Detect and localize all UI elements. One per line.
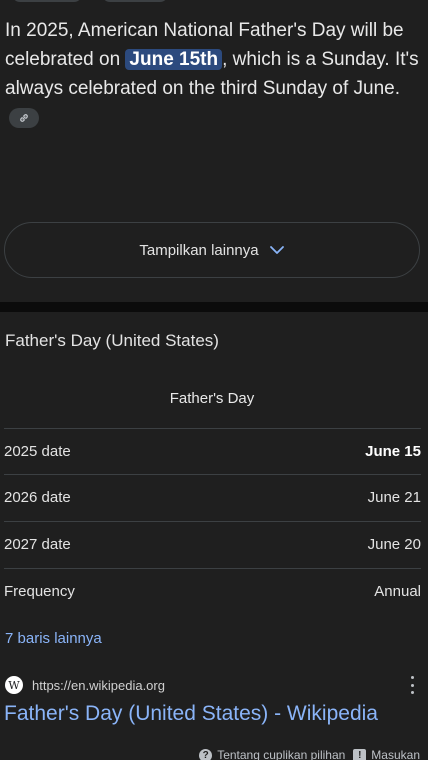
chevron-down-icon: [269, 242, 285, 259]
knowledge-card: Father's Day (United States) Father's Da…: [0, 312, 428, 760]
about-label: Tentang cuplikan pilihan: [217, 748, 346, 760]
source-attribution[interactable]: W https://en.wikipedia.org: [5, 674, 423, 696]
snippet-answer: In 2025, American National Father's Day …: [5, 16, 423, 132]
show-more-button[interactable]: Tampilkan lainnya: [4, 222, 420, 278]
search-results-page: In 2025, American National Father's Day …: [0, 0, 428, 760]
row-value: Annual: [374, 583, 421, 600]
table-row: 2026 date June 21: [4, 474, 421, 520]
row-value: June 21: [367, 489, 421, 506]
answer-highlight: June 15th: [125, 49, 223, 70]
table-caption: Father's Day: [169, 390, 255, 407]
section-divider: [0, 302, 428, 312]
table-row: Frequency Annual: [4, 568, 421, 614]
source-url[interactable]: https://en.wikipedia.org: [32, 678, 165, 693]
about-snippets-link[interactable]: ? Tentang cuplikan pilihan: [199, 748, 345, 760]
show-more-label: Tampilkan lainnya: [139, 241, 259, 259]
more-rows-link[interactable]: 7 baris lainnya: [5, 630, 102, 647]
row-key: 2026 date: [4, 489, 71, 506]
feedback-icon: !: [353, 748, 367, 760]
row-key: 2025 date: [4, 443, 71, 460]
table-row: 2027 date June 20: [4, 521, 421, 567]
more-options-icon[interactable]: [409, 676, 415, 694]
row-value: June 15: [365, 443, 421, 460]
table-row: 2025 date June 15: [4, 428, 421, 474]
link-icon[interactable]: [9, 107, 39, 128]
snippet-footer: ? Tentang cuplikan pilihan ! Masukan: [199, 748, 420, 760]
knowledge-card-title: Father's Day (United States): [5, 331, 219, 350]
filter-chip[interactable]: [12, 0, 82, 2]
filter-chip[interactable]: [102, 0, 168, 2]
wikipedia-favicon-icon: W: [5, 676, 23, 694]
featured-snippet: In 2025, American National Father's Day …: [0, 0, 428, 302]
feedback-label: Masukan: [371, 748, 420, 760]
feedback-link[interactable]: ! Masukan: [353, 748, 420, 760]
help-icon: ?: [199, 748, 213, 760]
result-title-link[interactable]: Father's Day (United States) - Wikipedia: [4, 702, 378, 726]
row-value: June 20: [367, 536, 421, 553]
row-key: Frequency: [4, 583, 75, 600]
row-key: 2027 date: [4, 536, 71, 553]
